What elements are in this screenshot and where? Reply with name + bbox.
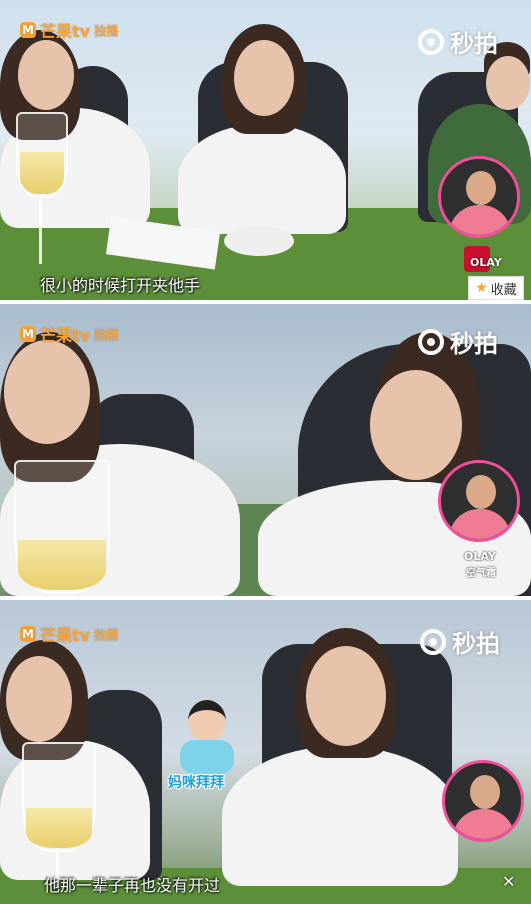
mango-tv-logo: M 芒果tv 独播	[20, 322, 118, 346]
miaopai-text: 秒拍	[452, 630, 500, 658]
favorite-label: 收藏	[490, 282, 517, 298]
miaopai-text: 秒拍	[450, 330, 498, 358]
favorite-button[interactable]: ★ 收藏	[468, 276, 524, 300]
mango-tv-logo-icon: M	[20, 22, 36, 38]
logo-tag: 独播	[94, 327, 119, 342]
mango-tv-logo: M 芒果tv 独播	[20, 622, 118, 646]
video-frame-2: M 芒果tv 独播 秒拍 OLAY 空气霜	[0, 304, 531, 596]
miaopai-logo-icon	[420, 628, 446, 655]
commentator-avatar	[438, 156, 520, 238]
face	[6, 656, 72, 742]
wine-glass	[14, 460, 110, 594]
glass-stem	[39, 194, 42, 264]
video-frame-1: M 芒果tv 独播 秒拍 OLAY 很小的时候打开夹他手	[0, 0, 531, 300]
miaopai-watermark: 秒拍	[418, 324, 498, 359]
miaopai-text: 秒拍	[450, 30, 498, 58]
miaopai-watermark: 秒拍	[420, 624, 500, 659]
miaopai-logo-icon	[418, 28, 444, 55]
wine-glass	[16, 112, 68, 198]
subtitle-caption: 很小的时候打开夹他手	[40, 276, 201, 295]
mango-tv-logo-icon: M	[20, 326, 36, 342]
face	[486, 56, 530, 110]
face	[234, 40, 294, 116]
logo-text: 芒果tv	[40, 22, 91, 41]
kid-sticker: 妈咪拜拜	[168, 700, 248, 800]
person-center	[222, 746, 458, 886]
commentator-avatar	[442, 760, 524, 842]
logo-tag: 独播	[94, 23, 119, 38]
product-label: OLAY	[464, 550, 496, 563]
face	[4, 340, 90, 444]
commentator-avatar	[438, 460, 520, 542]
logo-tag: 独播	[94, 627, 119, 642]
bowl	[224, 226, 294, 256]
product-label: OLAY	[470, 256, 502, 269]
logo-text: 芒果tv	[40, 326, 91, 345]
mute-icon[interactable]: ✕	[502, 872, 522, 892]
mango-tv-logo-icon: M	[20, 626, 36, 642]
video-frame-3: M 芒果tv 独播 秒拍 他那一辈子再也没有开过	[0, 600, 531, 904]
star-icon: ★	[475, 280, 488, 296]
miaopai-watermark: 秒拍	[418, 24, 498, 59]
miaopai-logo-icon	[418, 328, 444, 355]
mango-tv-logo: M 芒果tv 独播	[20, 18, 118, 42]
face	[370, 370, 462, 480]
sticker-text: 妈咪拜拜	[168, 775, 224, 791]
face	[306, 646, 386, 746]
person-center	[178, 124, 346, 234]
wine-glass	[22, 742, 96, 852]
subtitle-caption: 他那一辈子再也没有开过	[44, 876, 221, 895]
product-sub-label: 空气霜	[466, 568, 496, 579]
face	[18, 40, 74, 110]
logo-text: 芒果tv	[40, 626, 91, 645]
